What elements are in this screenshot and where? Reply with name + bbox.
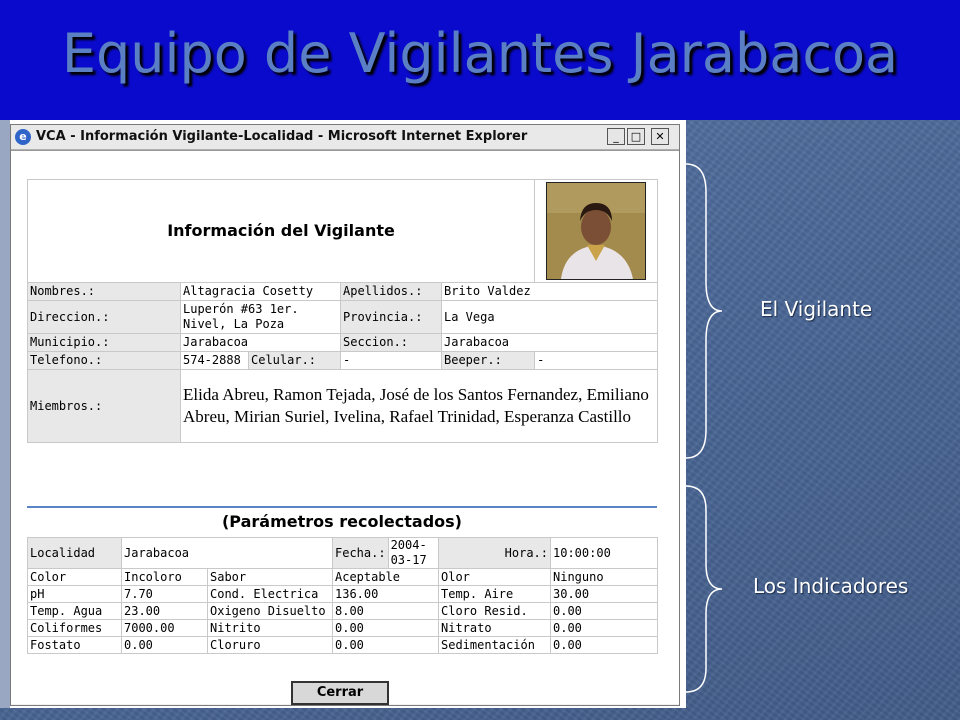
param-value: Aceptable bbox=[332, 568, 439, 586]
param-name: Olor bbox=[438, 568, 551, 586]
window-title: VCA - Información Vigilante-Localidad - … bbox=[36, 129, 528, 144]
indicadores-brace bbox=[685, 485, 723, 693]
parametros-heading: (Parámetros recolectados) bbox=[27, 506, 657, 536]
telefono-label: Telefono.: bbox=[27, 351, 181, 370]
param-row: Coliformes 7000.00 Nitrito 0.00 Nitrato … bbox=[27, 619, 658, 637]
los-indicadores-label: Los Indicadores bbox=[753, 574, 909, 598]
photo-cell bbox=[534, 179, 659, 283]
param-value: 0.00 bbox=[550, 602, 658, 620]
hora-value: 10:00:00 bbox=[550, 537, 658, 569]
param-row: pH 7.70 Cond. Electrica 136.00 Temp. Air… bbox=[27, 585, 658, 603]
param-name: Cloruro bbox=[207, 636, 333, 654]
parametros-table: Localidad Jarabacoa Fecha.: 2004-03-17 H… bbox=[27, 537, 658, 654]
miembros-label: Miembros.: bbox=[27, 369, 181, 443]
param-value: 8.00 bbox=[332, 602, 439, 620]
telefono-value: 574-2888 bbox=[180, 351, 249, 370]
param-row: Fostato 0.00 Cloruro 0.00 Sedimentación … bbox=[27, 636, 658, 654]
browser-screenshot: e VCA - Información Vigilante-Localidad … bbox=[0, 120, 686, 708]
vigilante-brace bbox=[685, 163, 723, 459]
param-name: Nitrato bbox=[438, 619, 551, 637]
hora-label: Hora.: bbox=[438, 537, 551, 569]
miembros-value: Elida Abreu, Ramon Tejada, José de los S… bbox=[179, 369, 659, 443]
provincia-value: La Vega bbox=[440, 300, 659, 334]
param-name: Color bbox=[27, 568, 122, 586]
param-name: Sabor bbox=[207, 568, 333, 586]
window-titlebar[interactable]: e VCA - Información Vigilante-Localidad … bbox=[11, 125, 679, 150]
provincia-label: Provincia.: bbox=[340, 300, 442, 334]
slide-title: Equipo de Vigilantes Jarabacoa bbox=[61, 22, 899, 85]
param-value: 30.00 bbox=[550, 585, 658, 603]
param-value: 0.00 bbox=[550, 619, 658, 637]
window-left-strip bbox=[0, 120, 10, 708]
municipio-value: Jarabacoa bbox=[180, 333, 341, 352]
municipio-label: Municipio.: bbox=[27, 333, 181, 352]
param-name: pH bbox=[27, 585, 122, 603]
param-value: 136.00 bbox=[332, 585, 439, 603]
vigilante-info-table: Información del Vigilante Nombres.: Alta… bbox=[26, 179, 659, 443]
celular-value: - bbox=[340, 351, 442, 370]
celular-label: Celular.: bbox=[248, 351, 341, 370]
param-value: Incoloro bbox=[121, 568, 208, 586]
param-name: Temp. Agua bbox=[27, 602, 122, 620]
param-name: Cloro Resid. bbox=[438, 602, 551, 620]
localidad-label: Localidad bbox=[27, 537, 122, 569]
fecha-cell: Fecha.: 2004-03-17 bbox=[332, 537, 439, 569]
param-value: 0.00 bbox=[121, 636, 208, 654]
param-row: Temp. Agua 23.00 Oxigeno Disuelto 8.00 C… bbox=[27, 602, 658, 620]
apellidos-label: Apellidos.: bbox=[340, 282, 442, 301]
minimize-button[interactable]: _ bbox=[607, 128, 625, 145]
beeper-label: Beeper.: bbox=[440, 351, 536, 370]
fecha-value: 2004-03-17 bbox=[387, 538, 438, 568]
param-value: 7000.00 bbox=[121, 619, 208, 637]
beeper-value: - bbox=[534, 351, 659, 370]
internet-explorer-icon: e bbox=[15, 129, 31, 145]
param-value: Ninguno bbox=[550, 568, 658, 586]
param-name: Oxigeno Disuelto bbox=[207, 602, 333, 620]
nombres-value: Altagracia Cosetty bbox=[180, 282, 341, 301]
ie-window: e VCA - Información Vigilante-Localidad … bbox=[10, 124, 680, 706]
nombres-label: Nombres.: bbox=[27, 282, 181, 301]
param-value: 7.70 bbox=[121, 585, 208, 603]
apellidos-value: Brito Valdez bbox=[440, 282, 659, 301]
cerrar-button[interactable]: Cerrar bbox=[291, 681, 389, 705]
fecha-label: Fecha.: bbox=[333, 538, 389, 568]
localidad-value: Jarabacoa bbox=[121, 537, 333, 569]
seccion-value: Jarabacoa bbox=[440, 333, 659, 352]
param-value: 0.00 bbox=[332, 636, 439, 654]
param-name: Coliformes bbox=[27, 619, 122, 637]
el-vigilante-label: El Vigilante bbox=[760, 297, 873, 321]
param-value: 23.00 bbox=[121, 602, 208, 620]
param-name: Nitrito bbox=[207, 619, 333, 637]
portrait-image bbox=[547, 183, 646, 279]
page-content: Información del Vigilante Nombres.: Alta… bbox=[11, 150, 679, 705]
param-name: Fostato bbox=[27, 636, 122, 654]
close-window-button[interactable]: ✕ bbox=[651, 128, 669, 145]
param-name: Temp. Aire bbox=[438, 585, 551, 603]
maximize-button[interactable]: □ bbox=[627, 128, 645, 145]
param-name: Cond. Electrica bbox=[207, 585, 333, 603]
param-value: 0.00 bbox=[332, 619, 439, 637]
vigilante-photo bbox=[546, 182, 647, 280]
seccion-label: Seccion.: bbox=[340, 333, 442, 352]
direccion-label: Direccion.: bbox=[27, 300, 181, 334]
param-name: Sedimentación bbox=[438, 636, 551, 654]
param-value: 0.00 bbox=[550, 636, 658, 654]
param-row: Color Incoloro Sabor Aceptable Olor Ning… bbox=[27, 568, 658, 586]
vigilante-heading: Información del Vigilante bbox=[26, 179, 536, 283]
direccion-value: Luperón #63 1er. Nivel, La Poza bbox=[180, 300, 341, 334]
